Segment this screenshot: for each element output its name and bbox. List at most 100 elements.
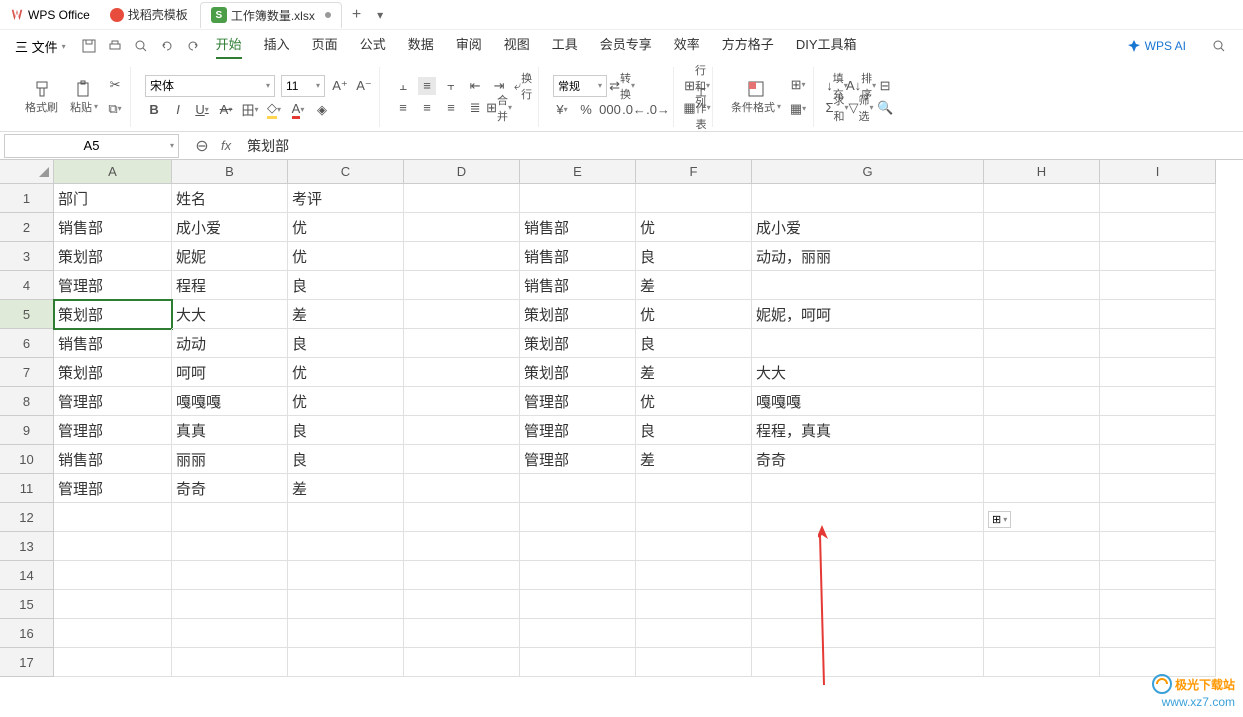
cell-C11[interactable]: 差 <box>288 474 404 503</box>
cell-D7[interactable] <box>404 358 520 387</box>
cell-I13[interactable] <box>1100 532 1216 561</box>
cell-A12[interactable] <box>54 503 172 532</box>
column-header-B[interactable]: B <box>172 160 288 184</box>
cell-A16[interactable] <box>54 619 172 648</box>
cell-D17[interactable] <box>404 648 520 677</box>
increase-font-icon[interactable]: A⁺ <box>331 77 349 95</box>
merge-button[interactable]: ⊞合并▾ <box>490 99 508 117</box>
cell-B15[interactable] <box>172 590 288 619</box>
sum-button[interactable]: Σ求和▾ <box>828 99 846 117</box>
row-header-4[interactable]: 4 <box>0 271 54 300</box>
paste-options-button[interactable]: ⊞▾ <box>988 511 1011 528</box>
cell-E16[interactable] <box>520 619 636 648</box>
cell-I15[interactable] <box>1100 590 1216 619</box>
cell-F13[interactable] <box>636 532 752 561</box>
column-header-D[interactable]: D <box>404 160 520 184</box>
cell-I4[interactable] <box>1100 271 1216 300</box>
row-header-17[interactable]: 17 <box>0 648 54 677</box>
clear-format-icon[interactable]: ◈ <box>313 101 331 119</box>
row-header-12[interactable]: 12 <box>0 503 54 532</box>
cell-F16[interactable] <box>636 619 752 648</box>
column-header-E[interactable]: E <box>520 160 636 184</box>
cell-C16[interactable] <box>288 619 404 648</box>
cell-C14[interactable] <box>288 561 404 590</box>
cell-F12[interactable] <box>636 503 752 532</box>
cell-E6[interactable]: 策划部 <box>520 329 636 358</box>
cell-B11[interactable]: 奇奇 <box>172 474 288 503</box>
border-button[interactable]: 田▾ <box>241 101 259 119</box>
menu-item-开始[interactable]: 开始 <box>216 34 242 59</box>
cell-I3[interactable] <box>1100 242 1216 271</box>
name-box[interactable]: A5 ▾ <box>4 134 179 158</box>
column-header-G[interactable]: G <box>752 160 984 184</box>
formula-input[interactable]: 策划部 <box>241 136 1243 156</box>
cell-C4[interactable]: 良 <box>288 271 404 300</box>
menu-item-效率[interactable]: 效率 <box>674 34 700 59</box>
align-bottom-icon[interactable]: ⫟ <box>442 77 460 95</box>
cell-G17[interactable] <box>752 648 984 677</box>
italic-button[interactable]: I <box>169 101 187 119</box>
new-tab-button[interactable]: + <box>344 6 369 24</box>
cell-C7[interactable]: 优 <box>288 358 404 387</box>
cell-D10[interactable] <box>404 445 520 474</box>
cell-I1[interactable] <box>1100 184 1216 213</box>
cell-C2[interactable]: 优 <box>288 213 404 242</box>
align-top-icon[interactable]: ⫠ <box>394 77 412 95</box>
column-header-H[interactable]: H <box>984 160 1100 184</box>
cell-G11[interactable] <box>752 474 984 503</box>
cell-B2[interactable]: 成小爱 <box>172 213 288 242</box>
cell-E9[interactable]: 管理部 <box>520 416 636 445</box>
cell-E5[interactable]: 策划部 <box>520 300 636 329</box>
column-header-I[interactable]: I <box>1100 160 1216 184</box>
cell-B17[interactable] <box>172 648 288 677</box>
cell-D4[interactable] <box>404 271 520 300</box>
cell-F14[interactable] <box>636 561 752 590</box>
cell-A4[interactable]: 管理部 <box>54 271 172 300</box>
menu-item-视图[interactable]: 视图 <box>504 34 530 59</box>
cell-B9[interactable]: 真真 <box>172 416 288 445</box>
cell-A2[interactable]: 销售部 <box>54 213 172 242</box>
cell-A6[interactable]: 销售部 <box>54 329 172 358</box>
cell-D8[interactable] <box>404 387 520 416</box>
cell-A17[interactable] <box>54 648 172 677</box>
row-header-8[interactable]: 8 <box>0 387 54 416</box>
filter-button[interactable]: ▽筛选▾ <box>852 99 870 117</box>
cell-B8[interactable]: 嘎嘎嘎 <box>172 387 288 416</box>
tab-menu-button[interactable]: ▾ <box>369 8 391 22</box>
cell-G5[interactable]: 妮妮，呵呵 <box>752 300 984 329</box>
cell-G1[interactable] <box>752 184 984 213</box>
cell-D5[interactable] <box>404 300 520 329</box>
search-icon[interactable] <box>1210 37 1228 55</box>
cell-E8[interactable]: 管理部 <box>520 387 636 416</box>
cell-B16[interactable] <box>172 619 288 648</box>
tab-template[interactable]: 找稻壳模板 <box>100 2 198 28</box>
comma-icon[interactable]: 000 <box>601 101 619 119</box>
cell-B7[interactable]: 呵呵 <box>172 358 288 387</box>
cell-I10[interactable] <box>1100 445 1216 474</box>
cell-F11[interactable] <box>636 474 752 503</box>
fill-down-icon[interactable]: ⊟ <box>876 77 894 95</box>
cell-A13[interactable] <box>54 532 172 561</box>
cell-B1[interactable]: 姓名 <box>172 184 288 213</box>
cell-F6[interactable]: 良 <box>636 329 752 358</box>
cell-F9[interactable]: 良 <box>636 416 752 445</box>
menu-item-页面[interactable]: 页面 <box>312 34 338 59</box>
cell-B6[interactable]: 动动 <box>172 329 288 358</box>
copy-icon[interactable]: ⧉▾ <box>106 100 124 118</box>
cell-H4[interactable] <box>984 271 1100 300</box>
row-header-13[interactable]: 13 <box>0 532 54 561</box>
align-middle-icon[interactable]: ≡ <box>418 77 436 95</box>
cell-F7[interactable]: 差 <box>636 358 752 387</box>
cell-H10[interactable] <box>984 445 1100 474</box>
cell-E13[interactable] <box>520 532 636 561</box>
align-center-icon[interactable]: ≡ <box>418 99 436 117</box>
cell-C10[interactable]: 良 <box>288 445 404 474</box>
menu-item-数据[interactable]: 数据 <box>408 34 434 59</box>
cell-E3[interactable]: 销售部 <box>520 242 636 271</box>
row-header-15[interactable]: 15 <box>0 590 54 619</box>
percent-icon[interactable]: % <box>577 101 595 119</box>
row-header-7[interactable]: 7 <box>0 358 54 387</box>
cell-F2[interactable]: 优 <box>636 213 752 242</box>
row-header-11[interactable]: 11 <box>0 474 54 503</box>
bold-button[interactable]: B <box>145 101 163 119</box>
